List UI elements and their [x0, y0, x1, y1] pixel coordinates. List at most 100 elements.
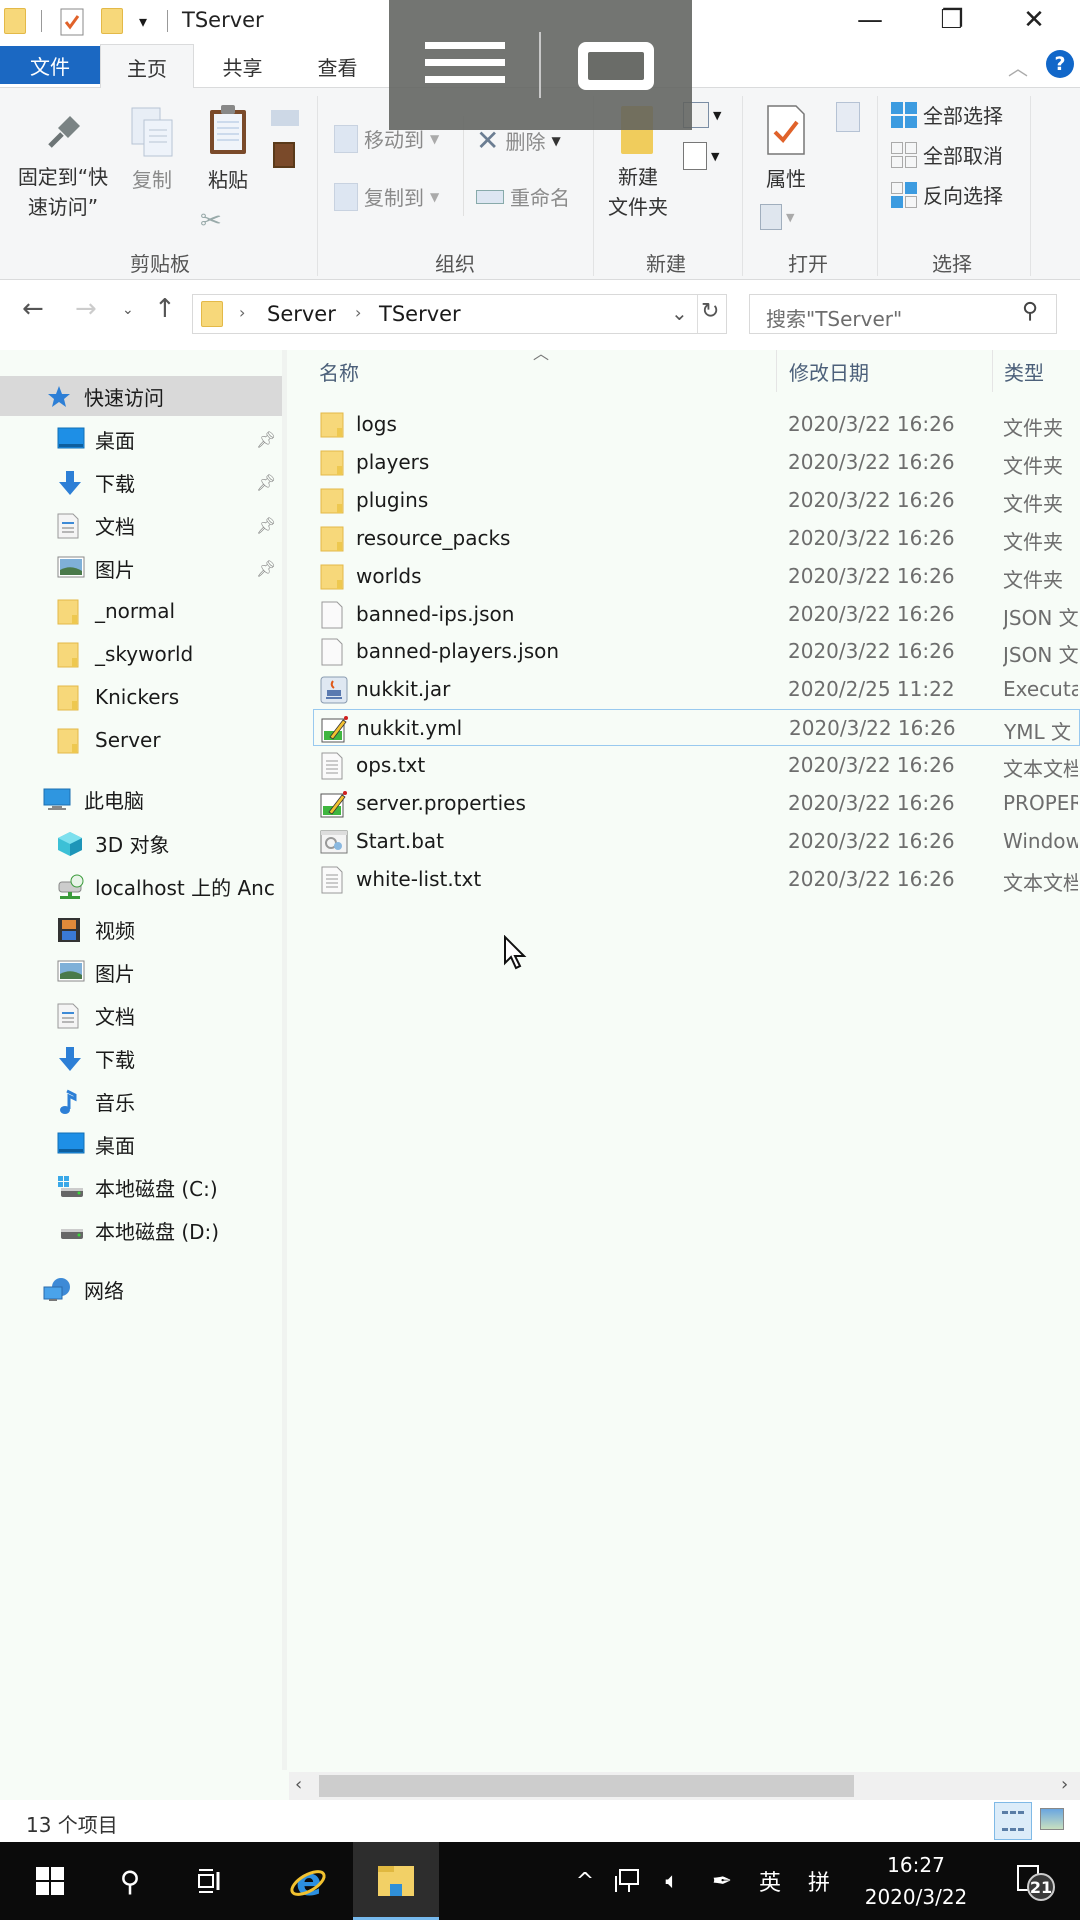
file-row[interactable]: logs 2020/3/22 16:26 文件夹	[313, 406, 1080, 443]
sidebar-item-quick-access[interactable]: Server	[0, 720, 282, 760]
up-button[interactable]: ↑	[154, 294, 176, 324]
show-hidden-icons-button[interactable]: ^	[570, 1842, 600, 1920]
sidebar-item-network[interactable]: 网络	[0, 1269, 282, 1309]
breadcrumb-server[interactable]: Server	[267, 302, 336, 326]
ime-language-button[interactable]: 英	[750, 1842, 790, 1920]
file-row[interactable]: resource_packs 2020/3/22 16:26 文件夹	[313, 520, 1080, 557]
minimize-button[interactable]: —	[830, 0, 910, 40]
paste-shortcut-icon[interactable]	[273, 142, 295, 168]
column-header-name[interactable]: 名称	[319, 357, 359, 386]
sidebar-item-quick-access[interactable]: 文档 📌︎	[0, 505, 282, 545]
file-row[interactable]: plugins 2020/3/22 16:26 文件夹	[313, 482, 1080, 519]
easy-access-button[interactable]: ▼	[683, 142, 719, 170]
address-dropdown-icon[interactable]: ⌄	[671, 301, 688, 325]
file-row[interactable]: ops.txt 2020/3/22 16:26 文本文档	[313, 747, 1080, 784]
cut-icon[interactable]: ✂	[200, 206, 222, 236]
internet-explorer-button[interactable]: e	[276, 1842, 340, 1920]
file-row[interactable]: nukkit.jar 2020/2/25 11:22 Executa	[313, 671, 1080, 708]
clock[interactable]: 16:27 2020/3/22	[856, 1842, 976, 1920]
task-view-button[interactable]	[180, 1842, 240, 1920]
file-row[interactable]: banned-players.json 2020/3/22 16:26 JSON 文	[313, 633, 1080, 670]
network-tray-button[interactable]	[607, 1842, 647, 1920]
open-button[interactable]: ▼	[760, 204, 794, 230]
customize-quick-access-icon[interactable]: ▾	[139, 12, 147, 31]
scroll-right-icon[interactable]: ›	[1061, 1774, 1068, 1795]
sidebar-item-quick-access[interactable]: 桌面 📌︎	[0, 419, 282, 459]
address-bar[interactable]: › Server › TServer ⌄ ↻	[192, 294, 727, 334]
pin-to-quick-access-button[interactable]: 固定到“快 速访问”	[8, 162, 118, 222]
refresh-icon[interactable]: ↻	[701, 299, 719, 324]
volume-button[interactable]: 🔈︎	[652, 1842, 692, 1920]
sidebar-item-quick-access[interactable]: _skyworld	[0, 634, 282, 674]
sidebar-item-this-pc-child[interactable]: localhost 上的 Anc	[0, 866, 282, 906]
sidebar-item-this-pc-child[interactable]: 视频	[0, 909, 282, 949]
sidebar-item-this-pc-child[interactable]: 本地磁盘 (C:)	[0, 1167, 282, 1207]
keyboard-icon[interactable]	[578, 42, 654, 90]
copy-to-button[interactable]: 复制到 ▼	[334, 182, 439, 211]
ime-mode-button[interactable]: 拼	[799, 1842, 839, 1920]
rename-button[interactable]: 重命名	[476, 182, 570, 211]
pinned-icon[interactable]: 📌︎	[256, 473, 276, 492]
search-box[interactable]: 搜索"TServer" ⚲	[749, 294, 1057, 334]
file-row[interactable]: white-list.txt 2020/3/22 16:26 文本文档	[313, 861, 1080, 898]
file-row[interactable]: players 2020/3/22 16:26 文件夹	[313, 444, 1080, 481]
search-button[interactable]: ⚲	[100, 1842, 160, 1920]
sidebar-item-quick-access[interactable]: _normal	[0, 591, 282, 631]
sidebar-item-this-pc-child[interactable]: 桌面	[0, 1124, 282, 1164]
sidebar-item-this-pc-child[interactable]: 3D 对象	[0, 823, 282, 863]
forward-button[interactable]: →	[75, 294, 97, 324]
back-button[interactable]: ←	[22, 294, 44, 324]
copy-button[interactable]: 复制	[126, 165, 178, 195]
file-row[interactable]: Start.bat 2020/3/22 16:26 Window	[313, 823, 1080, 860]
tab-file[interactable]: 文件	[0, 46, 100, 84]
sidebar-item-quick-access[interactable]: 快速访问	[0, 376, 282, 416]
action-center-button[interactable]: 21	[998, 1842, 1068, 1920]
scroll-left-icon[interactable]: ‹	[295, 1774, 302, 1795]
new-folder-button[interactable]: 新建 文件夹	[598, 162, 678, 222]
select-all-button[interactable]: 全部选择	[891, 100, 1003, 129]
properties-button[interactable]: 属性	[752, 164, 820, 194]
new-folder-quick-icon[interactable]	[101, 8, 123, 34]
help-icon[interactable]: ?	[1046, 50, 1074, 78]
sidebar-item-this-pc-child[interactable]: 音乐	[0, 1081, 282, 1121]
menu-icon[interactable]	[425, 42, 505, 88]
sidebar-item-quick-access[interactable]: Knickers	[0, 677, 282, 717]
sidebar-item-this-pc-child[interactable]: 图片	[0, 952, 282, 992]
select-none-button[interactable]: 全部取消	[891, 140, 1003, 169]
details-view-button[interactable]	[994, 1802, 1032, 1840]
column-header-type[interactable]: 类型	[1004, 357, 1044, 386]
copy-path-icon[interactable]	[271, 110, 299, 126]
collapse-ribbon-icon[interactable]: ︿	[1008, 52, 1028, 81]
tab-view[interactable]: 查看	[295, 44, 380, 88]
recent-locations-button[interactable]: ⌄	[122, 302, 134, 318]
column-separator[interactable]	[992, 350, 993, 392]
maximize-button[interactable]: ❐	[912, 0, 992, 40]
file-row[interactable]: worlds 2020/3/22 16:26 文件夹	[313, 558, 1080, 595]
edit-icon[interactable]	[836, 102, 860, 132]
pinned-icon[interactable]: 📌︎	[256, 559, 276, 578]
file-explorer-taskbar-button[interactable]	[353, 1842, 439, 1920]
column-header-date[interactable]: 修改日期	[789, 357, 869, 386]
sidebar-item-quick-access[interactable]: 图片 📌︎	[0, 548, 282, 588]
sidebar-item-quick-access[interactable]: 下载 📌︎	[0, 462, 282, 502]
start-button[interactable]	[20, 1842, 80, 1920]
invert-selection-button[interactable]: 反向选择	[891, 180, 1003, 209]
scrollbar-thumb[interactable]	[319, 1775, 854, 1797]
pinned-icon[interactable]: 📌︎	[256, 430, 276, 449]
tab-share[interactable]: 共享	[200, 44, 285, 88]
search-icon[interactable]: ⚲	[1022, 299, 1038, 324]
tab-home[interactable]: 主页	[100, 44, 194, 90]
large-icons-view-button[interactable]	[1040, 1808, 1064, 1830]
sidebar-item-this-pc-child[interactable]: 下载	[0, 1038, 282, 1078]
breadcrumb-tserver[interactable]: TServer	[379, 302, 461, 326]
sidebar-item-this-pc-child[interactable]: 本地磁盘 (D:)	[0, 1210, 282, 1250]
sidebar-item-this-pc[interactable]: 此电脑	[0, 779, 282, 819]
file-row[interactable]: server.properties 2020/3/22 16:26 PROPER	[313, 785, 1080, 822]
column-separator[interactable]	[776, 350, 777, 392]
file-row[interactable]: nukkit.yml 2020/3/22 16:26 YML 文	[313, 709, 1080, 747]
pinned-icon[interactable]: 📌︎	[256, 516, 276, 535]
close-button[interactable]: ✕	[994, 0, 1074, 40]
sidebar-item-this-pc-child[interactable]: 文档	[0, 995, 282, 1035]
properties-quick-icon[interactable]	[60, 8, 84, 36]
horizontal-scrollbar[interactable]: ‹ ›	[289, 1772, 1080, 1800]
